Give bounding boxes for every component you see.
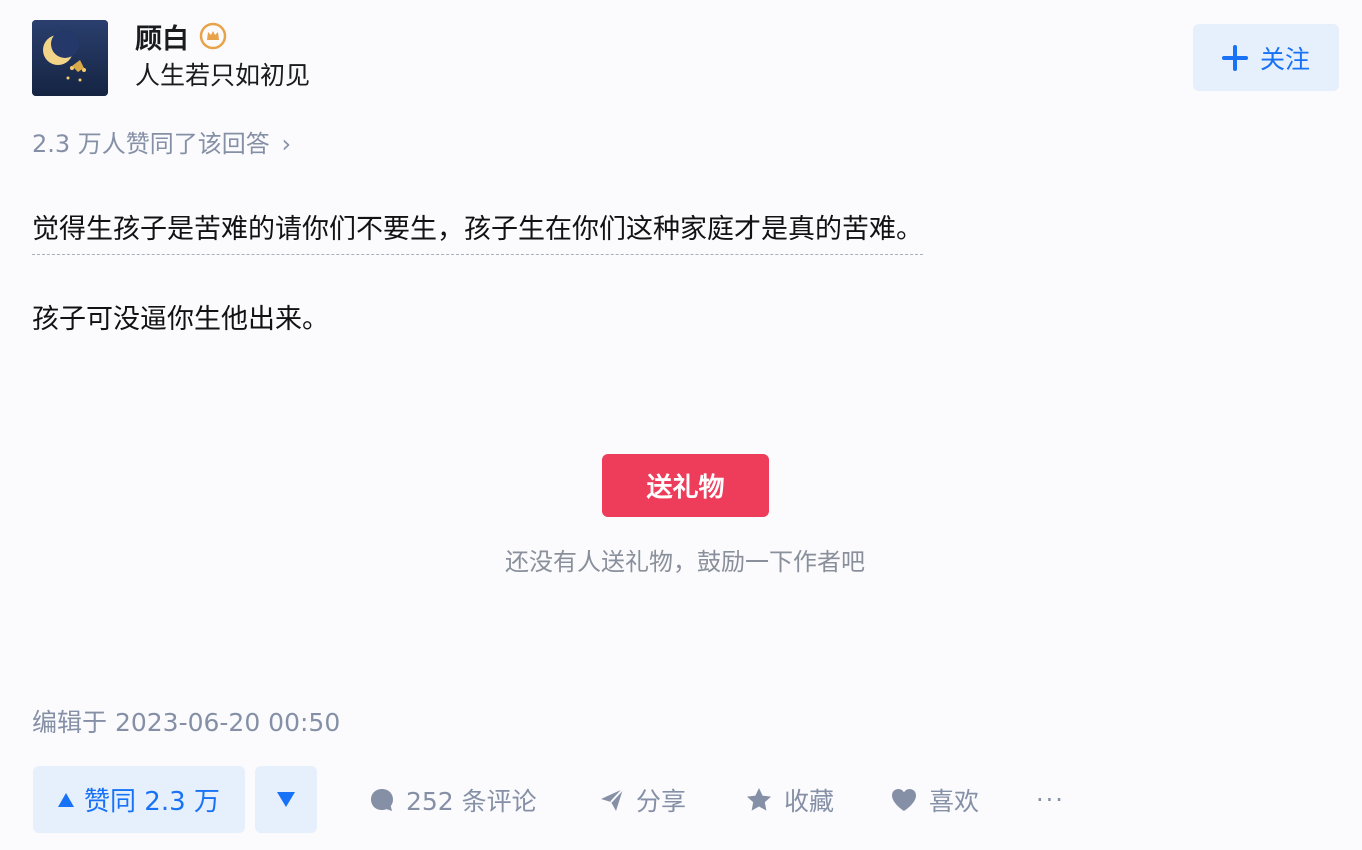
comments-button[interactable]: 252 条评论 (368, 780, 537, 820)
triangle-down-icon (277, 792, 295, 807)
more-dots-icon: ··· (1036, 786, 1065, 814)
share-label: 分享 (636, 787, 687, 816)
follow-button[interactable]: 关注 (1193, 24, 1339, 91)
favorite-button[interactable]: 收藏 (744, 780, 834, 820)
author-name[interactable]: 顾白 (135, 17, 189, 56)
upvote-summary-text: 2.3 万人赞同了该回答 (32, 130, 270, 158)
share-button[interactable]: 分享 (598, 780, 686, 820)
avatar[interactable] (32, 20, 108, 96)
chevron-right-icon: › (281, 130, 292, 158)
answer-paragraph: 觉得生孩子是苦难的请你们不要生，孩子生在你们这种家庭才是真的苦难。 (32, 208, 923, 255)
send-gift-button[interactable]: 送礼物 (602, 454, 769, 517)
comments-label: 252 条评论 (406, 787, 537, 816)
star-icon (747, 788, 771, 811)
paper-plane-icon (601, 788, 624, 811)
downvote-button[interactable] (255, 766, 317, 833)
author-bio: 人生若只如初见 (135, 61, 311, 90)
upvote-summary-link[interactable]: 2.3 万人赞同了该回答 › (32, 126, 291, 162)
upvote-label: 赞同 2.3 万 (84, 787, 220, 817)
gift-hint: 还没有人送礼物，鼓励一下作者吧 (505, 548, 865, 576)
more-options-button[interactable]: ··· (1036, 780, 1065, 820)
favorite-label: 收藏 (784, 787, 835, 816)
moon-avatar-image (32, 20, 108, 96)
comment-bubble-icon (371, 789, 393, 811)
follow-label: 关注 (1259, 44, 1310, 74)
author-name-row: 顾白 (135, 16, 227, 56)
triangle-up-icon (58, 792, 75, 807)
upvote-button[interactable]: 赞同 2.3 万 (33, 766, 245, 833)
like-button[interactable]: 喜欢 (889, 780, 979, 820)
edit-timestamp: 编辑于 2023-06-20 00:50 (32, 708, 341, 737)
crown-badge-icon[interactable] (199, 22, 227, 50)
answer-paragraph: 孩子可没逼你生他出来。 (32, 304, 329, 335)
plus-icon (1221, 44, 1248, 71)
heart-icon (892, 789, 916, 811)
like-label: 喜欢 (929, 787, 980, 816)
